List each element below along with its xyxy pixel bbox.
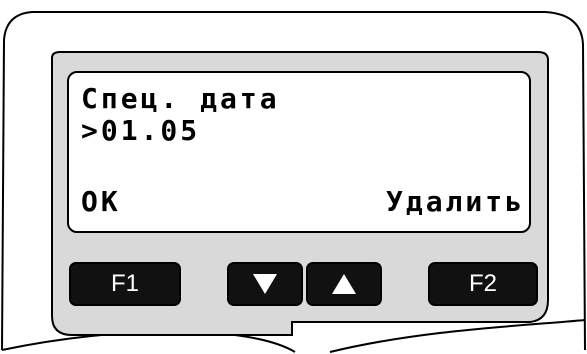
f1-button[interactable]: F1 — [69, 262, 181, 306]
down-triangle-icon — [253, 274, 277, 294]
down-button[interactable] — [227, 262, 303, 306]
f2-button[interactable]: F2 — [428, 262, 538, 306]
f1-button-label: F1 — [110, 270, 139, 297]
up-button[interactable] — [306, 262, 382, 306]
f2-button-label: F2 — [468, 270, 497, 297]
lcd-screen: Спец. дата >01.05 OK Удалить — [67, 71, 531, 233]
lcd-line-value: >01.05 — [81, 114, 201, 147]
softkey-label-delete: Удалить — [385, 185, 525, 218]
softkey-label-ok: OK — [81, 185, 121, 218]
up-triangle-icon — [332, 274, 356, 294]
lcd-line-title: Спец. дата — [81, 82, 280, 115]
